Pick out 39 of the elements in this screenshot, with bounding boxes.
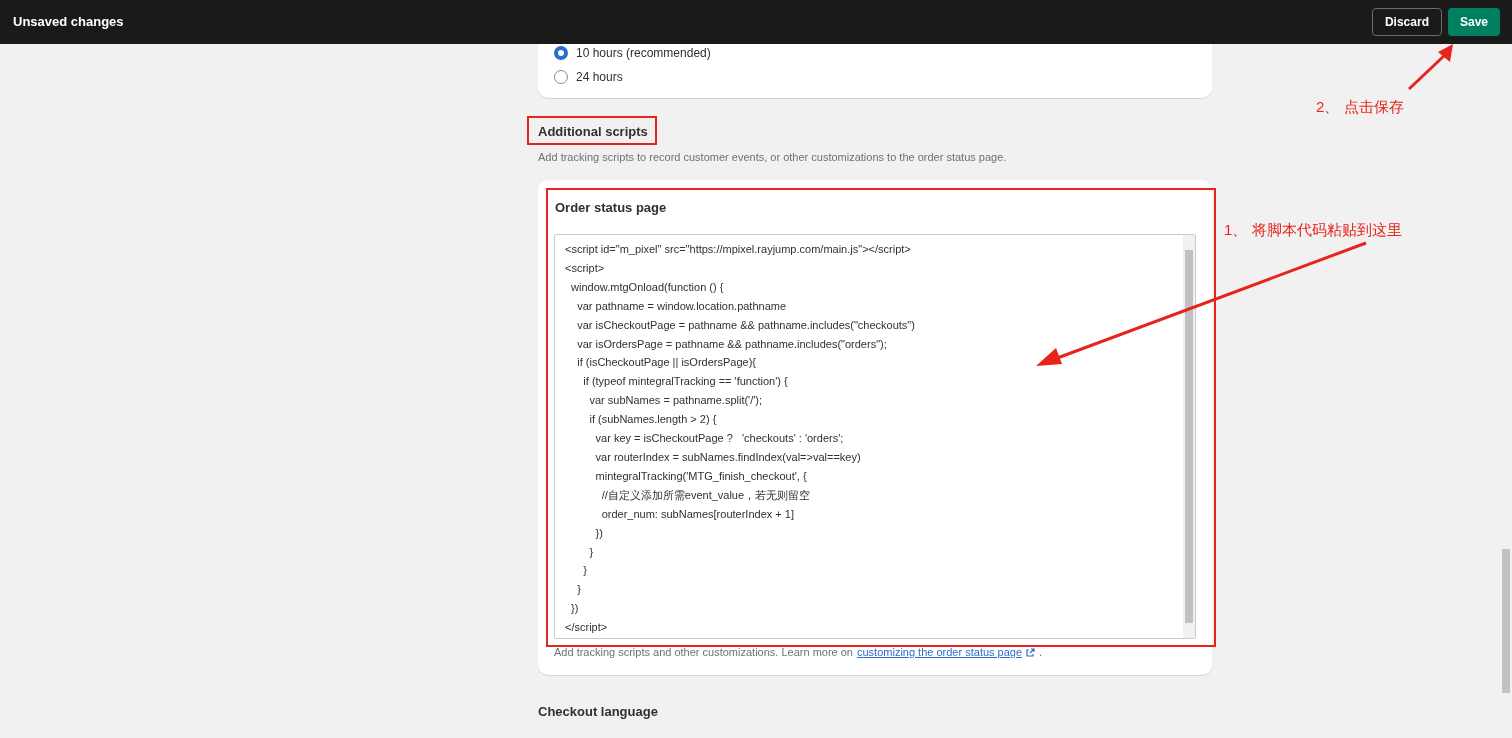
help-text: Add tracking scripts and other customizations. Learn more on <box>554 645 853 660</box>
code-line: var routerIndex = subNames.findIndex(val=>val==key) <box>594 449 861 465</box>
radio-button[interactable] <box>554 46 568 60</box>
code-line: var isOrdersPage = pathname && pathname.includes("orders"); <box>576 336 887 352</box>
save-button[interactable]: Save <box>1447 8 1500 36</box>
annotation-text: 1、 将脚本代码粘贴到这里 <box>1224 220 1402 240</box>
section-heading: Additional scripts <box>538 124 648 140</box>
code-line: } <box>582 563 587 579</box>
radio-option[interactable]: 10 hours (recommended) <box>554 44 1196 62</box>
code-line: } <box>576 582 581 598</box>
code-line: //自定义添加所需event_value，若无则留空 <box>600 487 811 503</box>
code-line: order_num: subNames[routerIndex + 1] <box>600 506 794 522</box>
code-line: }) <box>570 601 579 617</box>
code-line: if (subNames.length > 2) { <box>588 412 717 428</box>
discard-button[interactable]: Discard <box>1371 8 1442 36</box>
section-description: Add tracking scripts to record customer events, or other customizations to the order status page. <box>538 150 1008 165</box>
code-line: window.mtgOnload(function () { <box>570 279 724 295</box>
code-line: mintegralTracking('MTG_finish_checkout', { <box>594 468 807 484</box>
code-line: }) <box>594 525 603 541</box>
code-line: var key = isCheckoutPage ? 'checkouts' : 'orders'; <box>594 431 844 447</box>
radio-option[interactable]: 24 hours <box>554 68 1196 86</box>
help-link[interactable]: customizing the order status page <box>857 644 1023 661</box>
code-line: if (typeof mintegralTracking == 'function') { <box>582 374 788 390</box>
code-line: var pathname = window.location.pathname <box>576 298 787 314</box>
code-line: var subNames = pathname.split('/'); <box>588 393 763 409</box>
code-field[interactable] <box>554 234 1196 639</box>
section-heading: Checkout language <box>538 702 659 721</box>
code-line: var isCheckoutPage = pathname && pathname.includes("checkouts") <box>576 317 915 333</box>
annotation-text: 2、 点击保存 <box>1316 97 1404 117</box>
card-title: Order status page <box>555 198 668 217</box>
annotation-arrow <box>1406 42 1456 92</box>
code-line: <script id="m_pixel" src="https://mpixel.rayjump.com/main.js"></script> <box>565 242 911 257</box>
help-period: . <box>1039 645 1043 660</box>
code-line: } <box>588 544 594 560</box>
external-link-icon <box>1026 647 1036 657</box>
code-line: </script> <box>565 620 608 636</box>
bar-title: Unsaved changes <box>13 13 124 32</box>
code-line: <script> <box>565 260 605 276</box>
code-line: if (isCheckoutPage || isOrdersPage){ <box>576 355 756 371</box>
